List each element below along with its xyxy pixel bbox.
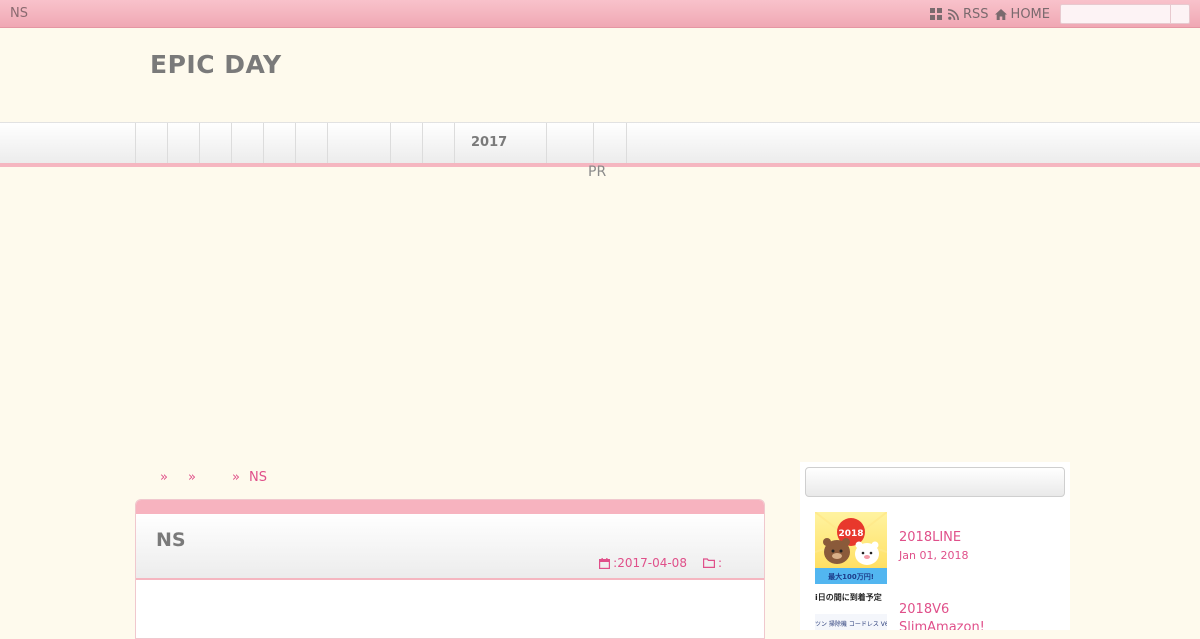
nav-item-8[interactable] [390,123,423,163]
home-link[interactable]: HOME [994,6,1050,22]
nav-item-1[interactable] [135,123,168,163]
post-title[interactable]: 2018V6 SlimAmazon! [899,601,1039,630]
nav-item-4[interactable] [231,123,264,163]
post-date: Jan 01, 2018 [899,549,969,562]
breadcrumb-separator: » [232,470,240,485]
post-thumbnail[interactable]: ツン 掃除機 コードレス V6 [815,614,887,630]
nav-item-3[interactable] [199,123,232,163]
article-meta: :2017-04-08 : [599,556,722,570]
nav-item-5[interactable] [263,123,296,163]
top-site-name[interactable]: NS [10,6,28,21]
sidebar: 2018 最大100万円! 2018LINE Jan 01, 2018 i日の間… [800,462,1070,630]
nav-item-2[interactable] [167,123,200,163]
thumb-caption: 最大100万円! [828,572,874,581]
nav-item-2017[interactable]: 2017 [454,123,547,163]
rss-icon [948,8,959,20]
thumb-note: ツン 掃除機 コードレス V6 [815,621,887,628]
breadcrumb-separator: » [188,470,196,485]
site-title[interactable]: EPIC DAY [150,50,282,79]
post-thumbnail[interactable]: 2018 最大100万円! [815,512,887,584]
article-category[interactable]: : [702,556,722,570]
article-top-bar [136,500,764,514]
top-search-button[interactable] [1170,5,1189,23]
post-thumb-note: i日の間に到着予定 [815,593,882,602]
nav-item-12[interactable] [593,123,627,163]
top-links: RSS HOME [930,4,1190,24]
nav-item-7[interactable] [327,123,391,163]
article-card: NS :2017-04-08 : [135,499,765,639]
line-campaign-image: 2018 最大100万円! [815,512,887,584]
nav-item-11[interactable] [546,123,594,163]
home-icon [994,8,1007,20]
calendar-icon [599,557,611,569]
nav-item-2017-label: 2017 [471,135,508,150]
rss-link[interactable]: RSS [948,7,989,22]
top-bar: NS RSS HOME [0,0,1200,28]
thumb-year-badge: 2018 [838,529,863,539]
grid-icon [930,8,942,20]
rss-label: RSS [963,6,989,22]
breadcrumb-separator: » [160,470,168,485]
breadcrumb-current: NS [249,470,267,485]
article-date-text: :2017-04-08 [613,556,687,570]
article-header: NS :2017-04-08 : [136,514,764,580]
folder-icon [702,558,715,568]
top-search-input[interactable] [1060,4,1190,24]
main-nav: 2017 [0,122,1200,167]
article-title: NS [156,529,186,551]
sitemap-link[interactable] [930,8,942,20]
sidebar-search-input[interactable] [805,467,1065,497]
ad-label: PR [588,164,607,180]
post-title[interactable]: 2018LINE [899,529,1039,547]
article-date: :2017-04-08 [599,556,687,570]
article-category-text: : [717,556,722,570]
nav-item-9[interactable] [422,123,455,163]
home-label: HOME [1010,6,1050,22]
nav-item-6[interactable] [295,123,328,163]
